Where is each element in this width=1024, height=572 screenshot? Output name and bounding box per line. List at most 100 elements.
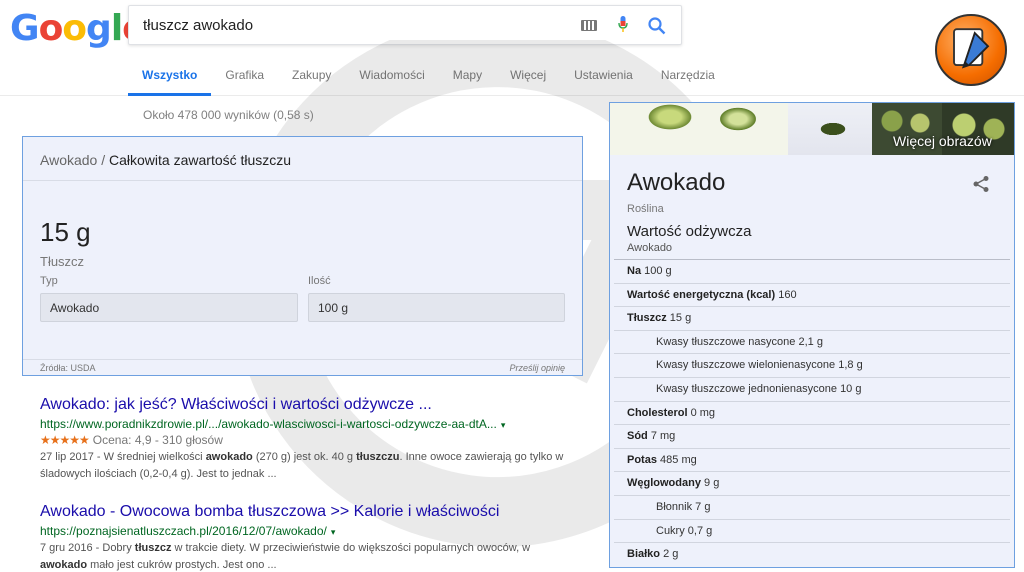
nutrition-row: Cukry 0,7 g <box>614 518 1010 543</box>
nutrition-value: 2 g <box>663 548 679 561</box>
google-logo[interactable]: Google <box>10 8 147 49</box>
search-box[interactable]: tłuszcz awokado <box>128 5 682 45</box>
search-result: Awokado: jak jeść? Właściwości i wartośc… <box>40 396 580 483</box>
share-icon[interactable] <box>972 175 990 193</box>
result-url-text: https://www.poradnikzdrowie.pl/.../awoka… <box>40 417 497 431</box>
snippet-text: 27 lip 2017 - W średniej wielkości <box>40 451 206 463</box>
search-input[interactable]: tłuszcz awokado <box>143 17 253 34</box>
snippet-highlight: tłuszcz <box>134 542 172 554</box>
microphone-icon[interactable] <box>618 16 628 32</box>
snippet-text: mało jest cukrów prostych. Jest ono ... <box>87 559 277 571</box>
breadcrumb-separator: / <box>101 152 106 168</box>
panel-subtitle: Roślina <box>627 203 664 215</box>
logo-letter: o <box>62 8 87 49</box>
nutrition-label: Sód <box>627 430 648 443</box>
nutrition-row: Cholesterol 0 mg <box>614 400 1010 425</box>
avocado-image[interactable] <box>788 103 872 155</box>
nutrition-value: 10 g <box>840 383 862 395</box>
type-label: Typ <box>40 275 58 287</box>
amount-label: Ilość <box>308 275 331 287</box>
chevron-down-icon[interactable]: ▾ <box>331 527 336 537</box>
divider <box>23 359 582 360</box>
nutrition-row: Białko 2 g <box>614 542 1010 566</box>
snippet-text: (270 g) jest ok. 40 g <box>252 451 357 463</box>
type-select[interactable]: Awokado <box>40 293 298 322</box>
logo-letter: o <box>38 8 64 49</box>
nutrition-subheading: Awokado <box>627 242 673 254</box>
tab-all[interactable]: Wszystko <box>128 56 212 96</box>
feedback-link[interactable]: Prześlij opinię <box>509 363 565 373</box>
avocado-image[interactable] <box>610 103 788 155</box>
panel-title: Awokado <box>627 169 726 196</box>
nutrition-label: Cholesterol <box>627 406 688 419</box>
result-title-link[interactable]: Awokado - Owocowa bomba tłuszczowa >> Ka… <box>40 503 580 521</box>
nutrition-label: Tłuszcz <box>627 312 667 325</box>
nutrition-row: Potas 485 mg <box>614 447 1010 472</box>
snippet-highlight: awokado <box>205 451 253 463</box>
nutrition-row: Kwasy tłuszczowe jednonienasycone 10 g <box>614 377 1010 401</box>
featured-answer-card: Awokado / Całkowita zawartość tłuszczu 1… <box>22 136 583 376</box>
nutrition-label: Cukry <box>656 524 685 537</box>
result-url: https://poznajsienatluszczach.pl/2016/12… <box>40 524 580 538</box>
nutrition-label: Węglowodany <box>627 477 701 490</box>
result-url-text: https://poznajsienatluszczach.pl/2016/12… <box>40 524 327 538</box>
nutrition-row: Sód 7 mg <box>614 424 1010 448</box>
logo-letter: l <box>110 8 123 49</box>
nutrition-row: Na 100 g <box>614 259 1010 283</box>
logo-letter: G <box>10 8 40 49</box>
breadcrumb-current: Całkowita zawartość tłuszczu <box>109 152 292 168</box>
more-images-link[interactable]: Więcej obrazów <box>893 133 992 149</box>
nutrition-value: 485 mg <box>660 453 697 466</box>
tab-news[interactable]: Wiadomości <box>345 56 438 96</box>
nutrition-row: Wartość energetyczna (kcal) 160 <box>614 282 1010 307</box>
nutrition-value: 9 g <box>704 477 720 490</box>
nutrition-label: Kwasy tłuszczowe wielonienasycone <box>656 359 836 372</box>
snippet-highlight: tłuszczu <box>356 451 400 463</box>
result-stats: Około 478 000 wyników (0,58 s) <box>143 108 314 122</box>
nutrition-row: Błonnik 7 g <box>614 495 1010 519</box>
nutrition-value: 160 <box>778 288 797 301</box>
nutrition-value: 100 g <box>644 265 672 277</box>
nutrition-value: 1,8 g <box>838 359 863 372</box>
keyboard-icon[interactable] <box>581 20 597 31</box>
knowledge-panel: Więcej obrazów Awokado Roślina Wartość o… <box>609 102 1015 568</box>
tab-shopping[interactable]: Zakupy <box>278 56 345 96</box>
snippet-text: w trakcie diety. W przeciwieństwie do wi… <box>171 542 531 554</box>
amount-select[interactable]: 100 g <box>308 293 565 322</box>
breadcrumb-item[interactable]: Awokado <box>40 152 97 168</box>
tab-settings[interactable]: Ustawienia <box>560 56 647 96</box>
nutrition-label: Wartość energetyczna (kcal) <box>627 288 776 301</box>
nutrition-row: Tłuszcz 15 g <box>614 306 1010 330</box>
result-rating: ★★★★★ Ocena: 4,9 - 310 głosów <box>40 433 580 447</box>
answer-source: Źródła: USDA <box>40 363 96 373</box>
nutrition-label: Kwasy tłuszczowe nasycone <box>656 335 796 348</box>
nutrition-value: 15 g <box>669 312 692 325</box>
breadcrumb: Awokado / Całkowita zawartość tłuszczu <box>40 152 291 168</box>
search-icon[interactable] <box>647 16 667 36</box>
nutrition-value: 2,1 g <box>798 335 823 348</box>
nutrition-value: 0,7 g <box>687 524 713 537</box>
rating-text: Ocena: 4,9 - 310 głosów <box>92 433 223 447</box>
nutrition-row: Kwasy tłuszczowe nasycone 2,1 g <box>614 329 1010 354</box>
tab-maps[interactable]: Mapy <box>439 56 496 96</box>
chevron-down-icon[interactable]: ▾ <box>501 420 506 430</box>
snippet-text: 7 gru 2016 - Dobry <box>40 542 135 554</box>
nutrition-label: Białko <box>627 548 661 561</box>
tab-more[interactable]: Więcej <box>496 56 560 96</box>
nutrition-row: Kwasy tłuszczowe wielonienasycone 1,8 g <box>614 353 1010 377</box>
nutrition-label: Błonnik <box>656 501 693 513</box>
pencil-app-icon[interactable] <box>935 14 1007 86</box>
header: Google tłuszcz awokado Wszystko Grafika … <box>0 0 1024 96</box>
tab-tools[interactable]: Narzędzia <box>647 56 729 96</box>
nutrition-value: 0 mg <box>690 406 716 419</box>
result-url: https://www.poradnikzdrowie.pl/.../awoka… <box>40 417 580 431</box>
divider <box>23 180 582 181</box>
nutrition-heading: Wartość odżywcza <box>627 223 752 240</box>
answer-label: Tłuszcz <box>40 254 85 269</box>
nutrition-row: Węglowodany 9 g <box>614 471 1010 495</box>
result-title-link[interactable]: Awokado: jak jeść? Właściwości i wartośc… <box>40 396 580 414</box>
logo-letter: g <box>86 8 112 49</box>
nutrition-value: 7 mg <box>650 430 676 443</box>
tab-images[interactable]: Grafika <box>211 56 278 96</box>
search-result: Awokado - Owocowa bomba tłuszczowa >> Ka… <box>40 503 580 572</box>
